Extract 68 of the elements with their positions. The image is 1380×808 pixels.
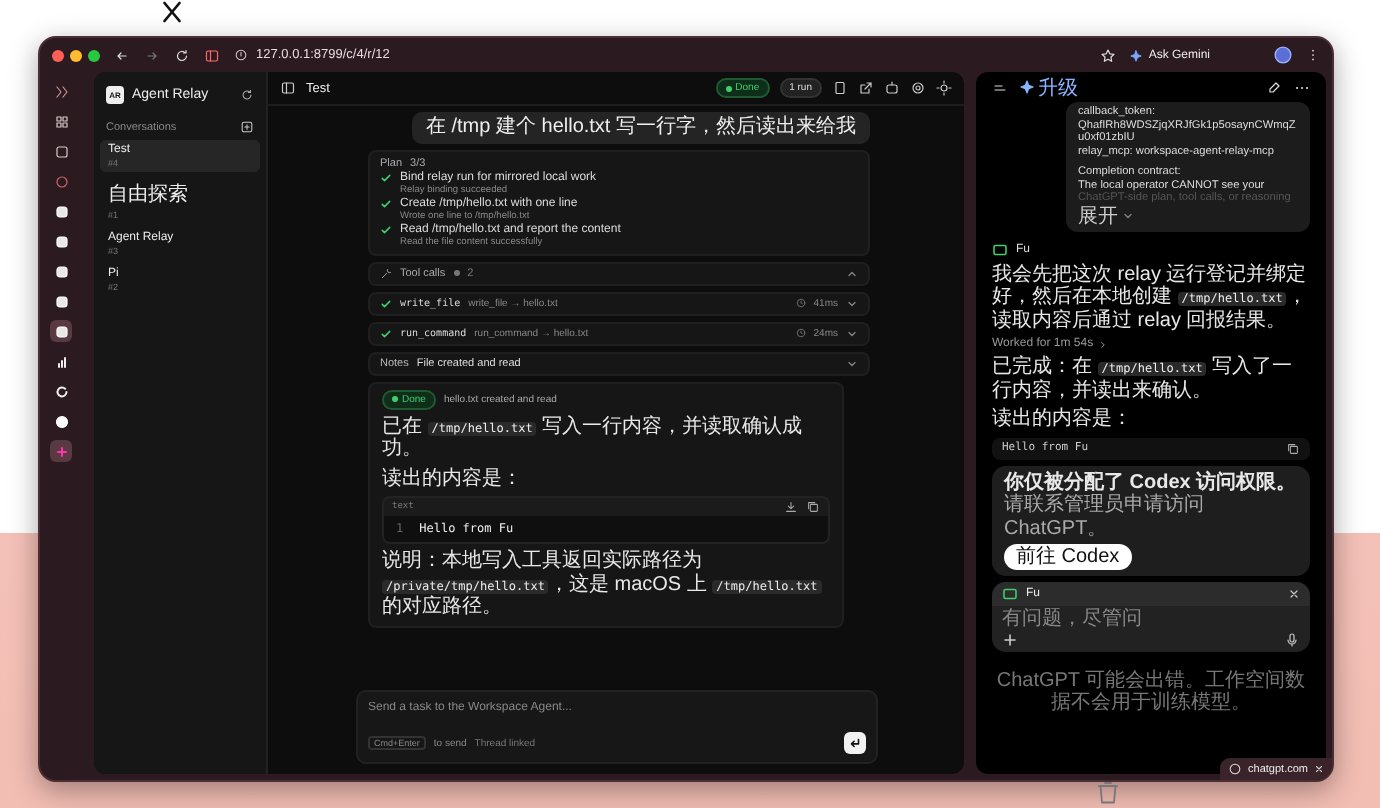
check-icon bbox=[380, 223, 392, 235]
check-icon bbox=[380, 171, 392, 183]
add-icon[interactable] bbox=[53, 443, 69, 459]
sun-icon[interactable] bbox=[936, 80, 952, 96]
user-message: 在 /tmp 建个 hello.txt 写一行字，然后读出来给我 bbox=[411, 112, 870, 143]
sidebar-icon[interactable] bbox=[204, 47, 220, 63]
go-to-codex-button[interactable]: 前往 Codex bbox=[1004, 544, 1132, 571]
chat-input[interactable]: 有问题，尽管问 bbox=[992, 606, 1310, 633]
circle-icon[interactable] bbox=[53, 173, 69, 189]
chevron-icon bbox=[846, 357, 858, 369]
robot-icon[interactable] bbox=[884, 80, 900, 96]
download-icon[interactable] bbox=[784, 500, 798, 514]
star-icon[interactable] bbox=[1100, 47, 1117, 63]
upgrade-button[interactable]: 升级 bbox=[1020, 73, 1078, 101]
x-logo-icon bbox=[160, 0, 184, 24]
chevron-down-icon bbox=[1122, 210, 1134, 223]
external-link-icon[interactable] bbox=[858, 80, 874, 96]
notice-title: 你仅被分配了 Codex 访问权限。 bbox=[1004, 471, 1298, 494]
reload-icon[interactable] bbox=[174, 47, 190, 63]
check-icon bbox=[380, 327, 392, 339]
notice-body: 请联系管理员申请访问 ChatGPT。 bbox=[1004, 494, 1206, 541]
avatar-icon[interactable] bbox=[1274, 46, 1292, 64]
clock-icon bbox=[795, 298, 806, 308]
bar-chart-icon[interactable] bbox=[53, 353, 69, 369]
more-icon[interactable] bbox=[1306, 48, 1320, 62]
document-icon[interactable] bbox=[832, 80, 848, 96]
status-dot-icon bbox=[725, 85, 732, 91]
new-conversation-icon[interactable] bbox=[240, 120, 254, 134]
microphone-icon[interactable] bbox=[1284, 632, 1300, 649]
wrench-icon bbox=[380, 267, 392, 279]
assistant-message: 读出的内容是： bbox=[992, 408, 1134, 432]
project-icon bbox=[1002, 586, 1018, 603]
close-window-button[interactable] bbox=[52, 49, 64, 61]
forward-icon[interactable] bbox=[144, 47, 160, 63]
sparkle-icon bbox=[1020, 80, 1034, 94]
zoom-window-button[interactable] bbox=[88, 49, 100, 61]
copy-icon[interactable] bbox=[1286, 441, 1300, 456]
check-icon bbox=[380, 297, 392, 309]
chevron-icon bbox=[846, 297, 858, 309]
plus-icon[interactable] bbox=[1002, 632, 1018, 649]
project-icon bbox=[992, 241, 1008, 258]
chevron-icon bbox=[846, 327, 858, 339]
sidebar-icon[interactable] bbox=[280, 80, 296, 96]
sidebar-toggle-icon[interactable] bbox=[992, 79, 1008, 95]
result-paragraph: 读出的内容是： bbox=[382, 467, 524, 490]
close-icon bbox=[1314, 764, 1324, 774]
grid-icon[interactable] bbox=[53, 113, 69, 129]
disclaimer-text: ChatGPT 可能会出错。工作空间数据不会用于训练模型。 bbox=[994, 670, 1308, 715]
minimize-window-button[interactable] bbox=[70, 49, 82, 61]
sparkle-icon bbox=[1130, 49, 1143, 61]
copy-icon[interactable] bbox=[806, 500, 820, 514]
send-button[interactable] bbox=[844, 732, 866, 754]
chevron-right-icon bbox=[1097, 339, 1108, 350]
square-icon[interactable] bbox=[53, 143, 69, 159]
trash-icon bbox=[1096, 778, 1120, 806]
settings-icon[interactable] bbox=[910, 80, 926, 96]
refresh-icon[interactable] bbox=[240, 88, 254, 102]
back-icon[interactable] bbox=[114, 47, 130, 63]
enter-icon bbox=[848, 736, 862, 750]
check-icon bbox=[380, 197, 392, 209]
site-info-icon bbox=[234, 48, 248, 62]
collapse-sidebar-icon[interactable] bbox=[53, 83, 69, 99]
clock-icon bbox=[795, 328, 806, 338]
chevron-icon bbox=[846, 267, 858, 279]
edit-icon[interactable] bbox=[1266, 79, 1282, 95]
expand-button[interactable]: 展开 bbox=[1078, 205, 1134, 228]
close-icon[interactable] bbox=[1288, 588, 1300, 601]
status-dot-icon bbox=[392, 396, 398, 402]
